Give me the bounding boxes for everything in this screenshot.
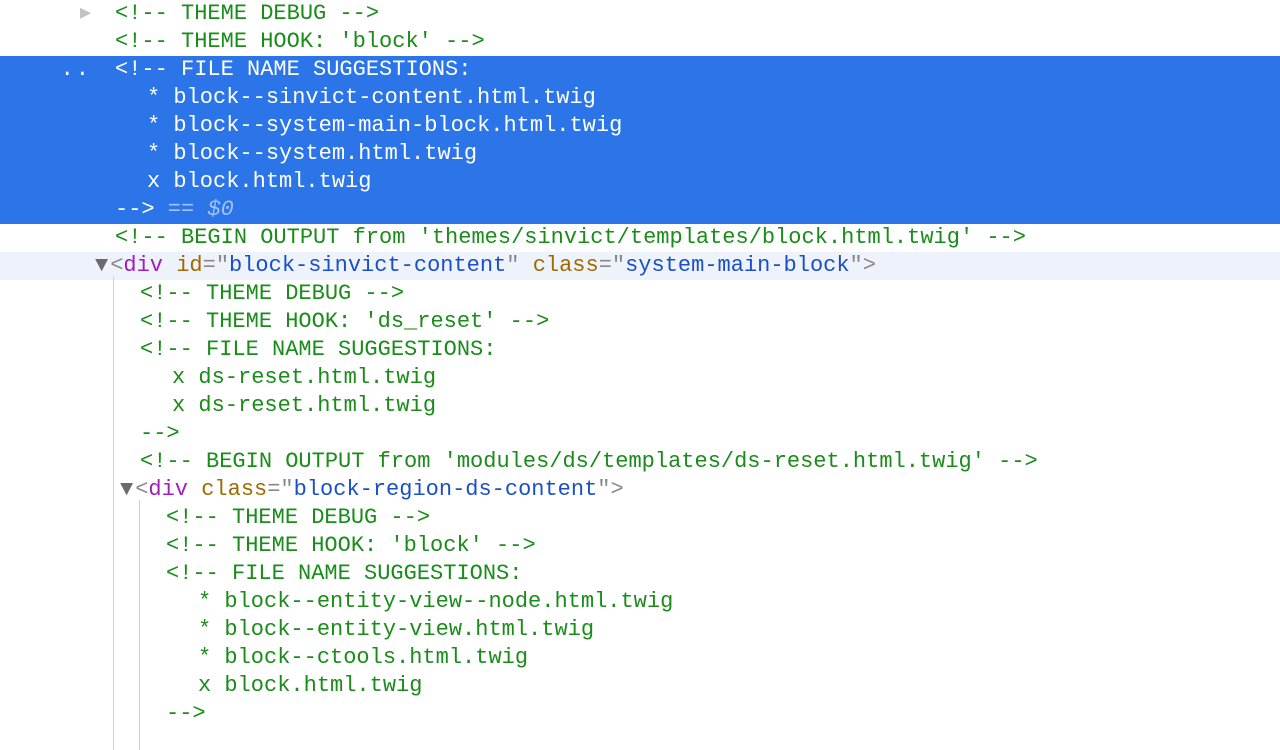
indent-guide <box>113 276 114 750</box>
code-line[interactable]: * block--system-main-block.html.twig <box>0 112 1280 140</box>
code-line[interactable]: <!-- THEME DEBUG --> <box>0 504 1280 532</box>
line-content: x ds-reset.html.twig <box>172 364 436 392</box>
line-content: <!-- BEGIN OUTPUT from 'themes/sinvict/t… <box>115 224 1026 252</box>
angle-open: < <box>135 477 148 502</box>
line-content: <!-- FILE NAME SUGGESTIONS: <box>140 336 496 364</box>
html-comment: * block--system.html.twig <box>147 141 477 166</box>
tag-name: div <box>123 253 163 278</box>
html-comment-end: --> <box>115 197 155 222</box>
code-line[interactable]: ▼<div class="block-region-ds-content"> <box>0 476 1280 504</box>
attr-value: block-region-ds-content <box>294 477 598 502</box>
html-comment: <!-- BEGIN OUTPUT from 'themes/sinvict/t… <box>115 225 1026 250</box>
line-content: * block--entity-view.html.twig <box>198 616 594 644</box>
html-comment: <!-- THEME DEBUG --> <box>166 505 430 530</box>
html-comment: <!-- THEME HOOK: 'ds_reset' --> <box>140 309 549 334</box>
equals-marker: == <box>155 197 208 222</box>
code-line[interactable]: ▸ <!-- THEME DEBUG --> <box>0 0 1280 28</box>
code-line[interactable]: <!-- THEME HOOK: 'block' --> <box>0 532 1280 560</box>
html-comment: <!-- THEME DEBUG --> <box>115 1 379 26</box>
gutter: ▸ <box>0 0 95 28</box>
html-comment: * block--system-main-block.html.twig <box>147 113 622 138</box>
line-content: <!-- BEGIN OUTPUT from 'modules/ds/templ… <box>140 448 1038 476</box>
line-content: <!-- THEME HOOK: 'ds_reset' --> <box>140 308 549 336</box>
attr-value: block-sinvict-content <box>229 253 506 278</box>
line-content: <!-- THEME HOOK: 'block' --> <box>166 532 536 560</box>
attr-name: id <box>176 253 202 278</box>
line-content: --> <box>166 700 206 728</box>
html-comment: --> <box>140 421 180 446</box>
angle-open: < <box>110 253 123 278</box>
html-comment: <!-- FILE NAME SUGGESTIONS: <box>140 337 496 362</box>
expand-triangle-icon[interactable]: ▼ <box>95 253 108 278</box>
code-line[interactable]: --> == $0 <box>0 196 1280 224</box>
html-comment: <!-- THEME HOOK: 'block' --> <box>115 29 485 54</box>
code-line[interactable]: <!-- BEGIN OUTPUT from 'modules/ds/templ… <box>0 448 1280 476</box>
html-comment: * block--entity-view--node.html.twig <box>198 589 673 614</box>
line-content: <!-- THEME DEBUG --> <box>115 0 379 28</box>
tag-name: div <box>148 477 188 502</box>
html-comment: * block--sinvict-content.html.twig <box>147 85 596 110</box>
code-line[interactable]: <!-- BEGIN OUTPUT from 'themes/sinvict/t… <box>0 224 1280 252</box>
line-content: * block--sinvict-content.html.twig <box>147 84 596 112</box>
dom-inspector-panel[interactable]: ▸ <!-- THEME DEBUG --> <!-- THEME HOOK: 'b… <box>0 0 1280 728</box>
line-content: <!-- THEME DEBUG --> <box>140 280 404 308</box>
gutter: .. <box>0 56 95 84</box>
line-content: * block--system.html.twig <box>147 140 477 168</box>
code-line[interactable]: x ds-reset.html.twig <box>0 364 1280 392</box>
html-comment: x block.html.twig <box>198 673 422 698</box>
code-line[interactable]: --> <box>0 700 1280 728</box>
line-content: x ds-reset.html.twig <box>172 392 436 420</box>
html-comment: * block--entity-view.html.twig <box>198 617 594 642</box>
html-comment: x ds-reset.html.twig <box>172 365 436 390</box>
code-line[interactable]: x block.html.twig <box>0 168 1280 196</box>
html-comment: <!-- FILE NAME SUGGESTIONS: <box>166 561 522 586</box>
angle-close: > <box>863 253 876 278</box>
line-content: --> == $0 <box>115 196 234 224</box>
html-comment: <!-- THEME DEBUG --> <box>140 281 404 306</box>
code-line[interactable]: .. <!-- FILE NAME SUGGESTIONS: <box>0 56 1280 84</box>
line-content: --> <box>140 420 180 448</box>
line-content: x block.html.twig <box>147 168 371 196</box>
html-comment: <!-- THEME HOOK: 'block' --> <box>166 533 536 558</box>
code-line[interactable]: * block--ctools.html.twig <box>0 644 1280 672</box>
code-line[interactable]: ▼<div id="block-sinvict-content" class="… <box>0 252 1280 280</box>
html-comment: <!-- FILE NAME SUGGESTIONS: <box>115 57 471 82</box>
line-content: * block--entity-view--node.html.twig <box>198 588 673 616</box>
code-line[interactable]: * block--system.html.twig <box>0 140 1280 168</box>
attr-value: system-main-block <box>625 253 849 278</box>
html-comment: x ds-reset.html.twig <box>172 393 436 418</box>
code-line[interactable]: <!-- THEME DEBUG --> <box>0 280 1280 308</box>
html-comment: * block--ctools.html.twig <box>198 645 528 670</box>
line-content: <!-- FILE NAME SUGGESTIONS: <box>166 560 522 588</box>
code-line[interactable]: <!-- THEME HOOK: 'ds_reset' --> <box>0 308 1280 336</box>
code-line[interactable]: * block--sinvict-content.html.twig <box>0 84 1280 112</box>
line-content: * block--system-main-block.html.twig <box>147 112 622 140</box>
line-content: <!-- THEME HOOK: 'block' --> <box>115 28 485 56</box>
code-line[interactable]: * block--entity-view--node.html.twig <box>0 588 1280 616</box>
code-line[interactable]: x block.html.twig <box>0 672 1280 700</box>
code-line[interactable]: <!-- THEME HOOK: 'block' --> <box>0 28 1280 56</box>
angle-close: > <box>611 477 624 502</box>
html-comment: <!-- BEGIN OUTPUT from 'modules/ds/templ… <box>140 449 1038 474</box>
code-line[interactable]: <!-- FILE NAME SUGGESTIONS: <box>0 336 1280 364</box>
code-line[interactable]: <!-- FILE NAME SUGGESTIONS: <box>0 560 1280 588</box>
line-content: ▼<div id="block-sinvict-content" class="… <box>95 252 876 280</box>
code-line[interactable]: x ds-reset.html.twig <box>0 392 1280 420</box>
line-content: x block.html.twig <box>198 672 422 700</box>
dollar-zero: $0 <box>207 197 233 222</box>
line-content: <!-- FILE NAME SUGGESTIONS: <box>115 56 471 84</box>
html-comment: x block.html.twig <box>147 169 371 194</box>
attr-name: class <box>533 253 599 278</box>
attr-name: class <box>201 477 267 502</box>
line-content: * block--ctools.html.twig <box>198 644 528 672</box>
expand-triangle-icon[interactable]: ▼ <box>120 477 133 502</box>
code-line[interactable]: --> <box>0 420 1280 448</box>
line-content: <!-- THEME DEBUG --> <box>166 504 430 532</box>
line-content: ▼<div class="block-region-ds-content"> <box>120 476 624 504</box>
indent-guide <box>139 500 140 750</box>
html-comment: --> <box>166 701 206 726</box>
code-line[interactable]: * block--entity-view.html.twig <box>0 616 1280 644</box>
